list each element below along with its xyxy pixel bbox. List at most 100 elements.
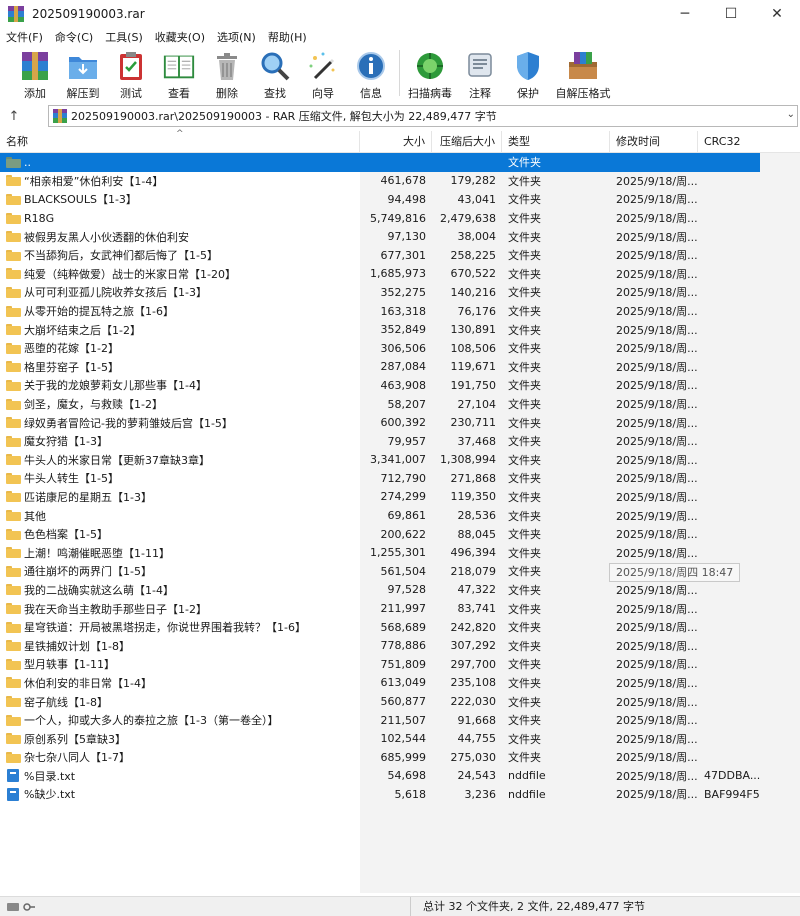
- address-bar: ↑ 202509190003.rar\202509190003 - RAR 压缩…: [0, 104, 800, 128]
- add-button[interactable]: 添加: [11, 46, 59, 101]
- file-name: 色色档案【1-5】: [24, 528, 108, 542]
- file-row[interactable]: 窑子航线【1-8】 560,877 222,030 文件夹 2025/9/18/周...: [0, 692, 800, 711]
- text-file-icon: [7, 769, 19, 783]
- file-size: 461,678: [380, 174, 427, 188]
- file-row[interactable]: 恶堕的花嫁【1-2】 306,506 108,506 文件夹 2025/9/18/周..…: [0, 339, 800, 358]
- file-row[interactable]: %缺少.txt 5,618 3,236 nddfile 2025/9/18/周... BA…: [0, 785, 800, 804]
- column-header-modified[interactable]: 修改时间: [610, 131, 698, 153]
- column-header-packed[interactable]: 压缩后大小: [432, 131, 502, 153]
- file-name-cell: ..: [0, 156, 360, 169]
- file-name: 牛头人转生【1-5】: [24, 472, 119, 486]
- file-name-cell: 其他: [0, 508, 360, 524]
- column-header-crc[interactable]: CRC32: [698, 131, 760, 153]
- file-row[interactable]: 纯爱（纯粹做爱）战士的米家日常【1-20】 1,685,973 670,522 文件夹…: [0, 265, 800, 284]
- menu-file[interactable]: 文件(F): [0, 29, 49, 45]
- parent-folder-icon: [6, 156, 21, 168]
- file-row[interactable]: 不当舔狗后，女武神们都后悔了【1-5】 677,301 258,225 文件夹 2025…: [0, 246, 800, 265]
- drive-key-icon[interactable]: [6, 901, 36, 913]
- file-row[interactable]: 其他 69,861 28,536 文件夹 2025/9/19/周...: [0, 506, 800, 525]
- address-path-field[interactable]: 202509190003.rar\202509190003 - RAR 压缩文件…: [48, 105, 798, 127]
- add-archive-icon: [18, 50, 52, 82]
- file-packed-size: 230,711: [450, 416, 497, 430]
- file-packed-size: 218,079: [450, 564, 497, 578]
- sfx-button[interactable]: 自解压格式: [552, 46, 614, 101]
- file-row[interactable]: 星铁捕奴计划【1-8】 778,886 307,292 文件夹 2025/9/18/周.…: [0, 636, 800, 655]
- file-type: 文件夹: [508, 267, 541, 281]
- file-row[interactable]: 从可可利亚孤儿院收养女孩后【1-3】 352,275 140,216 文件夹 2025/…: [0, 283, 800, 302]
- modified-time-tooltip: 2025/9/18/周四 18:47: [609, 563, 741, 582]
- file-modified: 2025/9/18/周...: [616, 695, 698, 709]
- file-row[interactable]: 休伯利安的非日常【1-4】 613,049 235,108 文件夹 2025/9/18/…: [0, 674, 800, 693]
- column-header-name[interactable]: ^ 名称: [0, 129, 360, 153]
- menu-favorites[interactable]: 收藏夹(O): [149, 29, 211, 45]
- file-row[interactable]: 魔女狩猎【1-3】 79,957 37,468 文件夹 2025/9/18/周...: [0, 432, 800, 451]
- folder-icon: [6, 379, 21, 391]
- file-row[interactable]: 绿奴勇者冒险记-我的萝莉雏妓后宫【1-5】 600,392 230,711 文件夹 20…: [0, 413, 800, 432]
- test-button[interactable]: 测试: [107, 46, 155, 101]
- extract-folder-icon: [66, 50, 100, 82]
- file-name-cell: “相亲相爱”休伯利安【1-4】: [0, 173, 360, 189]
- file-row[interactable]: 一个人，抑或大多人的泰拉之旅【1-3（第一卷全）】 211,507 91,668 文件…: [0, 711, 800, 730]
- protect-button[interactable]: 保护: [504, 46, 552, 101]
- file-row[interactable]: %目录.txt 54,698 24,543 nddfile 2025/9/18/周...…: [0, 767, 800, 786]
- file-name: 剑圣，魔女，与救赎【1-2】: [24, 398, 163, 412]
- up-arrow-icon[interactable]: ↑: [0, 104, 28, 128]
- file-packed-size: 91,668: [457, 713, 497, 727]
- file-packed-size: 119,671: [450, 360, 497, 374]
- file-type: 文件夹: [508, 305, 541, 319]
- menu-tools[interactable]: 工具(S): [99, 29, 149, 45]
- file-row[interactable]: 牛头人的米家日常【更新37章缺3章】 3,341,007 1,308,994 文件夹 2…: [0, 451, 800, 470]
- chevron-down-icon[interactable]: ⌄: [787, 109, 795, 120]
- file-size: 685,999: [380, 750, 427, 764]
- virus-scan-button[interactable]: 扫描病毒: [404, 46, 456, 101]
- status-bar: 总计 32 个文件夹, 2 文件, 22,489,477 字节: [0, 896, 800, 916]
- folder-icon: [6, 714, 21, 726]
- wizard-button[interactable]: 向导: [299, 46, 347, 101]
- file-size: 54,698: [387, 769, 427, 783]
- file-row[interactable]: 星穹铁道：开局被黑塔拐走，你说世界围着我转？【1-6】 568,689 242,82…: [0, 618, 800, 637]
- wizard-label: 向导: [312, 87, 334, 100]
- file-name: 大崩坏结束之后【1-2】: [24, 323, 141, 337]
- file-modified: 2025/9/18/周...: [616, 360, 698, 374]
- menu-help[interactable]: 帮助(H): [262, 29, 313, 45]
- close-button[interactable]: ✕: [754, 0, 800, 28]
- file-row[interactable]: 上潮！鸣潮催眠恶堕【1-11】 1,255,301 496,394 文件夹 2025/9…: [0, 543, 800, 562]
- comment-button[interactable]: 注释: [456, 46, 504, 101]
- file-name-cell: R18G: [0, 212, 360, 225]
- file-row[interactable]: “相亲相爱”休伯利安【1-4】 461,678 179,282 文件夹 2025/9/1…: [0, 172, 800, 191]
- file-row[interactable]: 型月轶事【1-11】 751,809 297,700 文件夹 2025/9/18/周..…: [0, 655, 800, 674]
- parent-folder-row[interactable]: .. 文件夹: [0, 153, 760, 172]
- file-modified: 2025/9/18/周...: [616, 212, 698, 226]
- folder-icon: [6, 193, 21, 205]
- file-row[interactable]: 关于我的龙娘萝莉女儿那些事【1-4】 463,908 191,750 文件夹 2025/…: [0, 376, 800, 395]
- extract-to-button[interactable]: 解压到: [59, 46, 107, 101]
- folder-icon: [6, 621, 21, 633]
- view-button[interactable]: 查看: [155, 46, 203, 101]
- file-modified: 2025/9/18/周...: [616, 342, 698, 356]
- info-button[interactable]: 信息: [347, 46, 395, 101]
- file-row[interactable]: 剑圣，魔女，与救赎【1-2】 58,207 27,104 文件夹 2025/9/18/周…: [0, 395, 800, 414]
- file-row[interactable]: 我的二战确实就这么萌【1-4】 97,528 47,322 文件夹 2025/9/18/…: [0, 581, 800, 600]
- file-row[interactable]: 牛头人转生【1-5】 712,790 271,868 文件夹 2025/9/18/周..…: [0, 469, 800, 488]
- file-row[interactable]: BLACKSOULS【1-3】 94,498 43,041 文件夹 2025/9/18/…: [0, 190, 800, 209]
- column-header-type[interactable]: 类型: [502, 131, 610, 153]
- file-size: 1,685,973: [370, 267, 426, 281]
- menu-options[interactable]: 选项(N): [211, 29, 262, 45]
- maximize-button[interactable]: ☐: [708, 0, 754, 28]
- file-row[interactable]: 杂七杂八同人【1-7】 685,999 275,030 文件夹 2025/9/18/周.…: [0, 748, 800, 767]
- file-row[interactable]: 匹诺康尼的星期五【1-3】 274,299 119,350 文件夹 2025/9/18/…: [0, 488, 800, 507]
- file-row[interactable]: 原创系列【5章缺3】 102,544 44,755 文件夹 2025/9/18/周...: [0, 729, 800, 748]
- file-row[interactable]: R18G 5,749,816 2,479,638 文件夹 2025/9/18/周...: [0, 209, 800, 228]
- file-row[interactable]: 格里芬窑子【1-5】 287,084 119,671 文件夹 2025/9/18/周..…: [0, 358, 800, 377]
- minimize-button[interactable]: ─: [662, 0, 708, 28]
- delete-button[interactable]: 删除: [203, 46, 251, 101]
- folder-icon: [6, 324, 21, 336]
- menu-commands[interactable]: 命令(C): [49, 29, 99, 45]
- file-row[interactable]: 色色档案【1-5】 200,622 88,045 文件夹 2025/9/18/周...: [0, 525, 800, 544]
- file-row[interactable]: 被假男友黑人小伙透翻的休伯利安 97,130 38,004 文件夹 2025/9/18/…: [0, 227, 800, 246]
- column-header-size[interactable]: 大小: [360, 131, 432, 153]
- find-button[interactable]: 查找: [251, 46, 299, 101]
- file-row[interactable]: 大崩坏结束之后【1-2】 352,849 130,891 文件夹 2025/9/18/周…: [0, 320, 800, 339]
- file-row[interactable]: 从零开始的提瓦特之旅【1-6】 163,318 76,176 文件夹 2025/9/18…: [0, 302, 800, 321]
- file-row[interactable]: 我在天命当主教助手那些日子【1-2】 211,997 83,741 文件夹 2025/9…: [0, 599, 800, 618]
